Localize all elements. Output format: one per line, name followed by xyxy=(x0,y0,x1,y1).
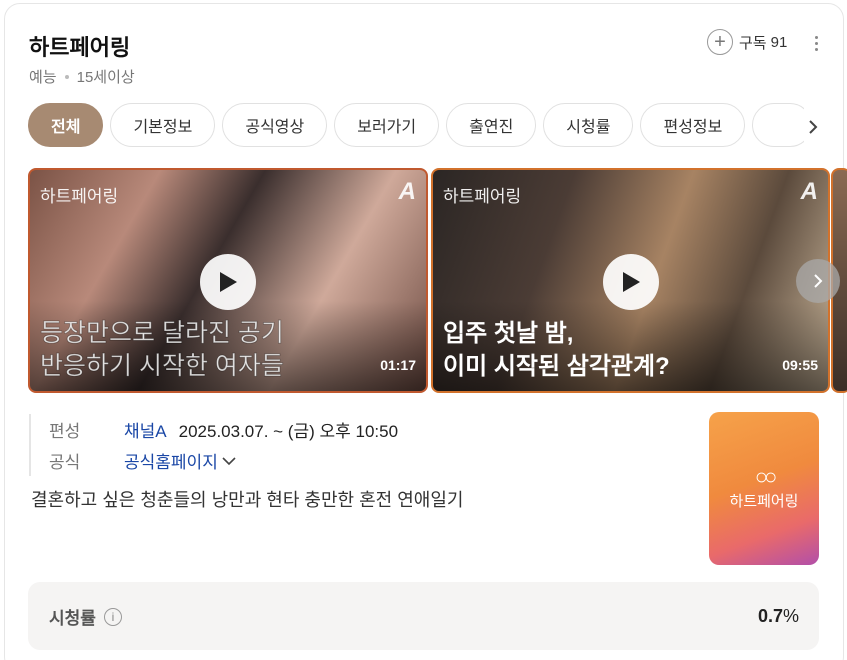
program-description: 결혼하고 싶은 청춘들의 낭만과 현타 충만한 혼전 연애일기 xyxy=(31,490,464,510)
program-meta: 예능 15세이상 xyxy=(29,66,135,87)
subscribe-button[interactable]: + 구독 91 xyxy=(707,29,787,55)
video-duration: 01:17 xyxy=(380,357,416,373)
tab-ratings[interactable]: 시청률 xyxy=(543,103,634,147)
chevron-right-icon[interactable] xyxy=(803,117,823,137)
video-watermark: 하트페어링 xyxy=(40,187,119,206)
genre: 예능 xyxy=(29,69,57,86)
age-rating: 15세이상 xyxy=(76,69,135,86)
tab-basic-info[interactable]: 기본정보 xyxy=(110,103,216,147)
channel-link[interactable]: 채널A xyxy=(124,417,167,442)
broadcast-label: 편성 xyxy=(49,422,81,441)
play-icon[interactable] xyxy=(200,254,256,310)
carousel-next-icon[interactable] xyxy=(796,259,840,303)
video-caption: 등장만으로 달라진 공기 반응하기 시작한 여자들 xyxy=(40,319,285,381)
subscriber-count: 91 xyxy=(770,33,788,51)
rating-label-group: 시청률 i xyxy=(49,604,122,629)
rating-value: 0.7 xyxy=(757,606,783,626)
official-label: 공식 xyxy=(49,453,81,472)
official-homepage-link[interactable]: 공식홈페이지 xyxy=(124,448,218,473)
rating-panel: 시청률 i 0.7% xyxy=(28,582,819,650)
separator-dot xyxy=(64,74,69,79)
info-icon[interactable]: i xyxy=(103,607,122,626)
subscribe-label: 구독 xyxy=(739,34,767,52)
channel-a-logo: A xyxy=(398,178,416,205)
tab-partial[interactable] xyxy=(752,103,804,147)
official-row: 공식 공식홈페이지 xyxy=(49,445,398,476)
tab-schedule[interactable]: 편성정보 xyxy=(640,103,746,147)
rating-unit: % xyxy=(782,606,799,626)
tab-watch[interactable]: 보러가기 xyxy=(334,103,440,147)
video-duration: 09:55 xyxy=(782,357,818,373)
program-info: 편성 채널A 2025.03.07. ~ (금) 오후 10:50 공식 공식홈… xyxy=(29,414,398,476)
tab-all[interactable]: 전체 xyxy=(28,103,104,147)
channel-a-logo: A xyxy=(800,178,818,205)
video-thumbnail-1[interactable]: 하트페어링 A 등장만으로 달라진 공기 반응하기 시작한 여자들 01:17 xyxy=(28,168,428,393)
video-watermark: 하트페어링 xyxy=(443,187,522,206)
tab-cast[interactable]: 출연진 xyxy=(446,103,537,147)
tab-bar: 전체 기본정보 공식영상 보러가기 출연진 시청률 편성정보 xyxy=(28,103,804,148)
video-caption: 입주 첫날 밤, 이미 시작된 삼각관계? xyxy=(443,320,670,380)
tab-official-video[interactable]: 공식영상 xyxy=(222,103,328,147)
chevron-down-icon[interactable] xyxy=(222,451,236,471)
video-thumbnail-2[interactable]: 하트페어링 A 입주 첫날 밤, 이미 시작된 삼각관계? 09:55 xyxy=(431,168,830,393)
program-title[interactable]: 하트페어링 xyxy=(29,30,130,62)
more-options-icon[interactable] xyxy=(813,36,819,51)
program-poster[interactable]: ○○ 하트페어링 xyxy=(709,412,819,565)
infinity-symbol: ○○ xyxy=(754,464,777,489)
poster-title: 하트페어링 xyxy=(729,493,799,510)
play-icon[interactable] xyxy=(602,254,659,310)
plus-icon: + xyxy=(707,29,733,55)
rating-label: 시청률 xyxy=(49,609,96,628)
broadcast-schedule: 2025.03.07. ~ (금) 오후 10:50 xyxy=(178,422,399,441)
broadcast-row: 편성 채널A 2025.03.07. ~ (금) 오후 10:50 xyxy=(49,414,398,445)
rating-value-group: 0.7% xyxy=(758,606,799,627)
